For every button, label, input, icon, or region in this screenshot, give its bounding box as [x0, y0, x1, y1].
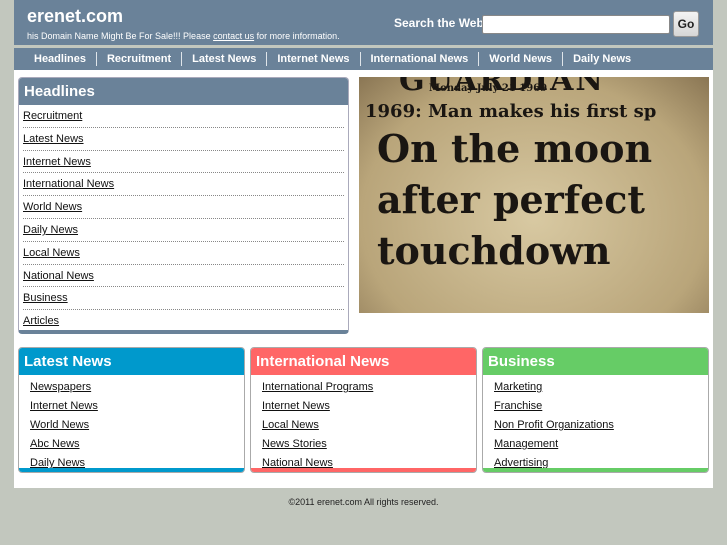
main-nav: Headlines Recruitment Latest News Intern… [14, 48, 713, 70]
header: erenet.com his Domain Name Might Be For … [14, 0, 713, 45]
category-item: Internet News [30, 397, 244, 416]
category-link[interactable]: International Programs [262, 381, 373, 393]
headline-link[interactable]: Internet News [23, 156, 91, 168]
headline-item: Business [23, 287, 344, 311]
category-list: Marketing Franchise Non Profit Organizatio… [483, 375, 708, 472]
tagline-text: his Domain Name Might Be For Sale!!! Ple… [27, 31, 214, 41]
headline-link[interactable]: Recruitment [23, 110, 82, 122]
headline-link[interactable]: Articles [23, 315, 59, 327]
headline-item: International News [23, 173, 344, 197]
footer-copyright: ©2011 erenet.com All rights reserved. [288, 497, 439, 507]
headline-item: National News [23, 265, 344, 288]
category-link[interactable]: Management [494, 438, 558, 450]
nav-latest-news[interactable]: Latest News [181, 52, 266, 66]
headline-item: Daily News [23, 219, 344, 242]
category-item: World News [30, 416, 244, 435]
category-list: Newspapers Internet News World News Abc New… [19, 375, 244, 472]
category-list: International Programs Internet News Local… [251, 375, 476, 472]
headline-link[interactable]: International News [23, 178, 114, 190]
tagline: his Domain Name Might Be For Sale!!! Ple… [27, 31, 340, 41]
category-link[interactable]: Newspapers [30, 381, 91, 393]
tagline-text-end: for more information. [254, 31, 340, 41]
page-container: erenet.com his Domain Name Might Be For … [14, 0, 713, 488]
category-title: Business [483, 348, 708, 375]
category-item: Non Profit Organizations [494, 416, 708, 435]
category-item: Newspapers [30, 378, 244, 397]
headlines-title: Headlines [19, 78, 348, 105]
headline-item: Articles [23, 310, 344, 330]
nav-daily-news[interactable]: Daily News [562, 52, 641, 66]
photo-line: 1969: Man makes his first sp [365, 101, 657, 122]
site-logo[interactable]: erenet.com [27, 6, 123, 27]
category-box: International News International Programs… [250, 347, 477, 473]
headlines-panel: Headlines Recruitment Latest News Internet… [18, 77, 349, 334]
category-title: Latest News [19, 348, 244, 375]
headline-link[interactable]: Local News [23, 247, 80, 259]
category-box: Business Marketing Franchise Non Profit Org… [482, 347, 709, 473]
nav-world-news[interactable]: World News [478, 52, 562, 66]
content: Headlines Recruitment Latest News Internet… [14, 70, 713, 488]
contact-us-link[interactable]: contact us [213, 31, 254, 41]
headlines-list: Recruitment Latest News Internet News Inter… [19, 105, 348, 330]
headline-item: Local News [23, 242, 344, 265]
category-link[interactable]: Internet News [262, 400, 330, 412]
category-item: Abc News [30, 435, 244, 454]
headline-item: Internet News [23, 151, 344, 174]
search-label: Search the Web: [394, 16, 488, 30]
newspaper-photo: GUARDIAN Monday July 21 1969 1969: Man m… [359, 77, 709, 313]
headline-item: World News [23, 196, 344, 219]
search-input[interactable] [482, 15, 670, 34]
category-link[interactable]: Non Profit Organizations [494, 419, 614, 431]
headline-link[interactable]: National News [23, 270, 94, 282]
category-link[interactable]: Franchise [494, 400, 542, 412]
go-button[interactable]: Go [673, 11, 699, 37]
nav-recruitment[interactable]: Recruitment [95, 52, 181, 66]
category-item: Local News [262, 416, 476, 435]
category-link[interactable]: Local News [262, 419, 319, 431]
category-link[interactable]: World News [30, 419, 89, 431]
category-title: International News [251, 348, 476, 375]
headline-link[interactable]: Latest News [23, 133, 84, 145]
nav-headlines[interactable]: Headlines [24, 52, 96, 66]
category-box: Latest News Newspapers Internet News World … [18, 347, 245, 473]
category-item: International Programs [262, 378, 476, 397]
category-link[interactable]: Abc News [30, 438, 80, 450]
nav-international-news[interactable]: International News [359, 52, 479, 66]
nav-internet-news[interactable]: Internet News [266, 52, 359, 66]
photo-date: Monday July 21 1969 [429, 83, 548, 94]
headline-link[interactable]: World News [23, 201, 82, 213]
category-bottom-bar [19, 468, 244, 472]
category-bottom-bar [251, 468, 476, 472]
photo-headline: after perfect [377, 177, 645, 222]
category-item: Marketing [494, 378, 708, 397]
headline-item: Latest News [23, 128, 344, 151]
photo-headline: touchdown [377, 228, 611, 273]
headline-link[interactable]: Daily News [23, 224, 78, 236]
category-link[interactable]: Internet News [30, 400, 98, 412]
headline-item: Recruitment [23, 105, 344, 128]
photo-headline: On the moon [377, 126, 653, 171]
category-link[interactable]: News Stories [262, 438, 327, 450]
category-item: Franchise [494, 397, 708, 416]
category-link[interactable]: Marketing [494, 381, 542, 393]
headline-link[interactable]: Business [23, 292, 68, 304]
category-item: Management [494, 435, 708, 454]
category-item: News Stories [262, 435, 476, 454]
category-item: Internet News [262, 397, 476, 416]
category-bottom-bar [483, 468, 708, 472]
